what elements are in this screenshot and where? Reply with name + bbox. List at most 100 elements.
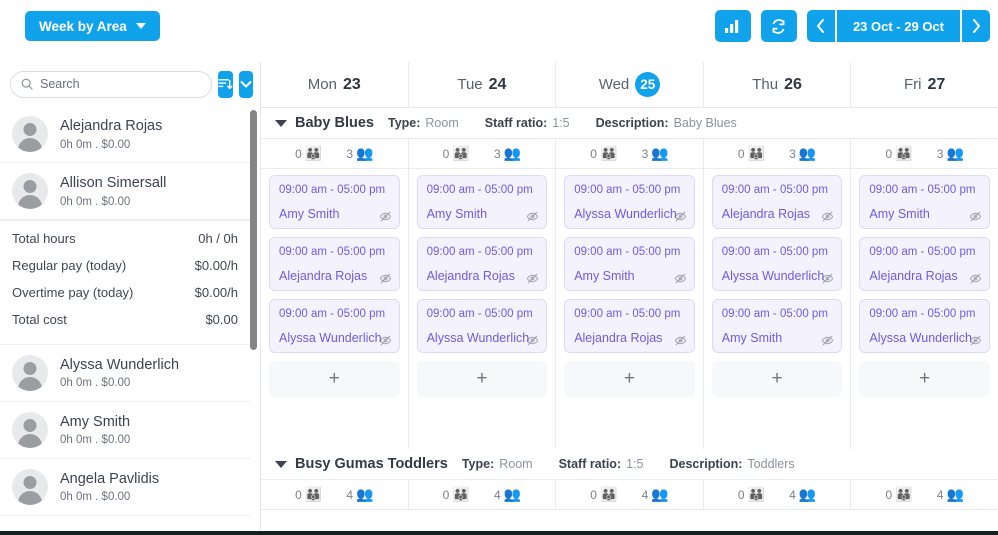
count-cell: 0 👪 4 👥 bbox=[409, 480, 557, 509]
add-shift-button[interactable]: + bbox=[859, 361, 990, 397]
add-shift-button[interactable]: + bbox=[416, 361, 548, 397]
shift-card[interactable]: 09:00 am - 05:00 pm Alejandra Rojas bbox=[711, 175, 843, 229]
avatar bbox=[12, 354, 48, 391]
staff-group-icon: 👥 bbox=[503, 145, 522, 161]
shift-card[interactable]: 09:00 am - 05:00 pm Alejandra Rojas bbox=[859, 237, 990, 291]
scheduler-app: Week by Area 23 Oct - 29 Oct Search Alej… bbox=[0, 0, 998, 535]
add-shift-button[interactable]: + bbox=[269, 361, 400, 397]
shift-time: 09:00 am - 05:00 pm bbox=[279, 308, 386, 320]
eye-off-icon bbox=[674, 211, 687, 222]
staff-group-icon: 👥 bbox=[651, 486, 669, 502]
employee-row[interactable]: Alyssa Wunderlich 0h 0m . $0.00 bbox=[0, 344, 250, 402]
sort-button[interactable] bbox=[218, 70, 233, 98]
staff-count-value: 3 bbox=[641, 146, 649, 161]
day-header-mon[interactable]: Mon 23 bbox=[261, 62, 409, 107]
shift-employee: Alejandra Rojas bbox=[574, 331, 663, 345]
employee-row[interactable]: Allison Simersall 0h 0m . $0.00 bbox=[0, 163, 250, 220]
avatar bbox=[12, 411, 48, 448]
view-mode-label: Week by Area bbox=[39, 18, 127, 34]
next-week-button[interactable] bbox=[962, 10, 990, 42]
shift-card[interactable]: 09:00 am - 05:00 pm Amy Smith bbox=[416, 175, 548, 229]
employee-name: Amy Smith bbox=[60, 414, 131, 430]
employee-name: Alejandra Rojas bbox=[60, 118, 163, 135]
employee-info: Angela Pavlidis 0h 0m . $0.00 bbox=[60, 470, 159, 503]
children-count-value: 0 bbox=[590, 146, 597, 161]
staff-count: 4 👥 bbox=[346, 486, 373, 503]
eye-off-icon bbox=[822, 211, 834, 222]
area-type: Type: Room bbox=[462, 457, 533, 471]
shift-card[interactable]: 09:00 am - 05:00 pm Amy Smith bbox=[711, 299, 843, 353]
day-number: 25 bbox=[635, 72, 661, 97]
filter-dropdown-button[interactable] bbox=[239, 70, 253, 98]
employee-detail-panel: Total hours 0h / 0h Regular pay (today) $0.… bbox=[0, 220, 250, 345]
add-shift-button[interactable]: + bbox=[564, 361, 695, 397]
shift-employee: Alyssa Wunderlich bbox=[426, 331, 530, 345]
eye-off-icon bbox=[526, 273, 539, 284]
area-type-label: Type: bbox=[461, 457, 495, 471]
refresh-button[interactable] bbox=[760, 10, 797, 42]
shift-card[interactable]: 09:00 am - 05:00 pm Amy Smith bbox=[564, 237, 695, 291]
employee-row[interactable]: Amy Smith 0h 0m . $0.00 bbox=[0, 401, 250, 459]
children-count-value: 0 bbox=[737, 487, 745, 502]
previous-week-button[interactable] bbox=[806, 10, 835, 42]
shift-column: 09:00 am - 05:00 pm Amy Smith 09:00 am - 0… bbox=[851, 169, 998, 449]
chevron-down-icon[interactable] bbox=[275, 119, 287, 127]
bar-chart-icon bbox=[725, 19, 739, 33]
shift-time: 09:00 am - 05:00 pm bbox=[721, 184, 828, 196]
shift-card[interactable]: 09:00 am - 05:00 pm Alejandra Rojas bbox=[269, 237, 400, 291]
day-number: 27 bbox=[927, 75, 946, 93]
shift-card[interactable]: 09:00 am - 05:00 pm Amy Smith bbox=[269, 175, 400, 229]
bar-chart-button[interactable] bbox=[714, 10, 751, 42]
shift-employee: Amy Smith bbox=[426, 207, 488, 221]
area-header[interactable]: Busy Gumas Toddlers Type: Room Staff ratio:… bbox=[261, 449, 998, 480]
shift-card[interactable]: 09:00 am - 05:00 pm Alyssa Wunderlich bbox=[711, 237, 843, 291]
day-header-wed[interactable]: Wed 25 bbox=[556, 62, 704, 107]
eye-off-icon bbox=[526, 211, 539, 222]
employee-hours-pay: 0h 0m . $0.00 bbox=[60, 434, 131, 447]
sidebar-scrollbar-thumb[interactable] bbox=[250, 110, 257, 350]
area-count-row: 0 👪 4 👥 0 👪 4 👥 0 👪 4 👥 0 👪 4 👥 0 👪 4 👥 bbox=[261, 480, 998, 510]
view-mode-button[interactable]: Week by Area bbox=[25, 11, 160, 41]
area-sections: Baby Blues Type: Room Staff ratio: 1:5 Descri… bbox=[261, 108, 998, 510]
day-header-tue[interactable]: Tue 24 bbox=[409, 62, 557, 107]
shift-employee: Alejandra Rojas bbox=[279, 269, 368, 283]
staff-count-value: 3 bbox=[346, 146, 354, 161]
shift-employee: Amy Smith bbox=[721, 331, 783, 345]
chevron-down-icon[interactable] bbox=[275, 460, 287, 468]
staff-count-value: 4 bbox=[346, 487, 354, 502]
shift-column: 09:00 am - 05:00 pm Alejandra Rojas 09:00 … bbox=[704, 169, 852, 449]
date-range-label[interactable]: 23 Oct - 29 Oct bbox=[836, 10, 960, 42]
employee-row[interactable]: Angela Pavlidis 0h 0m . $0.00 bbox=[0, 458, 250, 516]
detail-key: Regular pay (today) bbox=[12, 257, 127, 273]
sidebar-scrollbar[interactable] bbox=[250, 108, 257, 533]
day-header-thu[interactable]: Thu 26 bbox=[704, 62, 852, 107]
eye-off-icon bbox=[674, 273, 687, 284]
staff-group-icon: 👥 bbox=[798, 486, 817, 502]
shift-time: 09:00 am - 05:00 pm bbox=[279, 184, 386, 196]
add-shift-button[interactable]: + bbox=[711, 361, 843, 397]
shift-card[interactable]: 09:00 am - 05:00 pm Amy Smith bbox=[859, 175, 990, 229]
staff-count: 3 👥 bbox=[346, 145, 373, 162]
shift-card[interactable]: 09:00 am - 05:00 pm Alyssa Wunderlich bbox=[416, 299, 548, 353]
children-count-value: 0 bbox=[885, 146, 893, 161]
shift-card[interactable]: 09:00 am - 05:00 pm Alejandra Rojas bbox=[564, 299, 695, 353]
search-input[interactable] bbox=[40, 77, 201, 91]
shift-column: 09:00 am - 05:00 pm Amy Smith 09:00 am - 0… bbox=[261, 169, 409, 449]
employee-info: Alyssa Wunderlich 0h 0m . $0.00 bbox=[60, 356, 179, 389]
shift-card[interactable]: 09:00 am - 05:00 pm Alyssa Wunderlich bbox=[269, 299, 400, 353]
shift-card[interactable]: 09:00 am - 05:00 pm Alejandra Rojas bbox=[416, 237, 548, 291]
eye-off-icon bbox=[379, 211, 391, 222]
employee-scroll-area[interactable]: Alejandra Rojas 0h 0m . $0.00 Allison Sime… bbox=[0, 106, 260, 533]
children-count: 0 👪 bbox=[738, 145, 765, 162]
area-header[interactable]: Baby Blues Type: Room Staff ratio: 1:5 Descri… bbox=[261, 108, 998, 139]
search-box[interactable] bbox=[10, 70, 212, 98]
shift-employee: Alyssa Wunderlich bbox=[574, 207, 677, 221]
employee-row[interactable]: Alejandra Rojas 0h 0m . $0.00 bbox=[0, 106, 250, 163]
day-header-fri[interactable]: Fri 27 bbox=[851, 62, 998, 107]
area-ratio-label: Staff ratio: bbox=[484, 116, 548, 130]
eye-off-icon bbox=[674, 335, 687, 346]
eye-off-icon bbox=[969, 273, 982, 284]
area-title: Baby Blues bbox=[295, 115, 374, 131]
shift-card[interactable]: 09:00 am - 05:00 pm Alyssa Wunderlich bbox=[564, 175, 695, 229]
shift-card[interactable]: 09:00 am - 05:00 pm Alyssa Wunderlich bbox=[859, 299, 990, 353]
